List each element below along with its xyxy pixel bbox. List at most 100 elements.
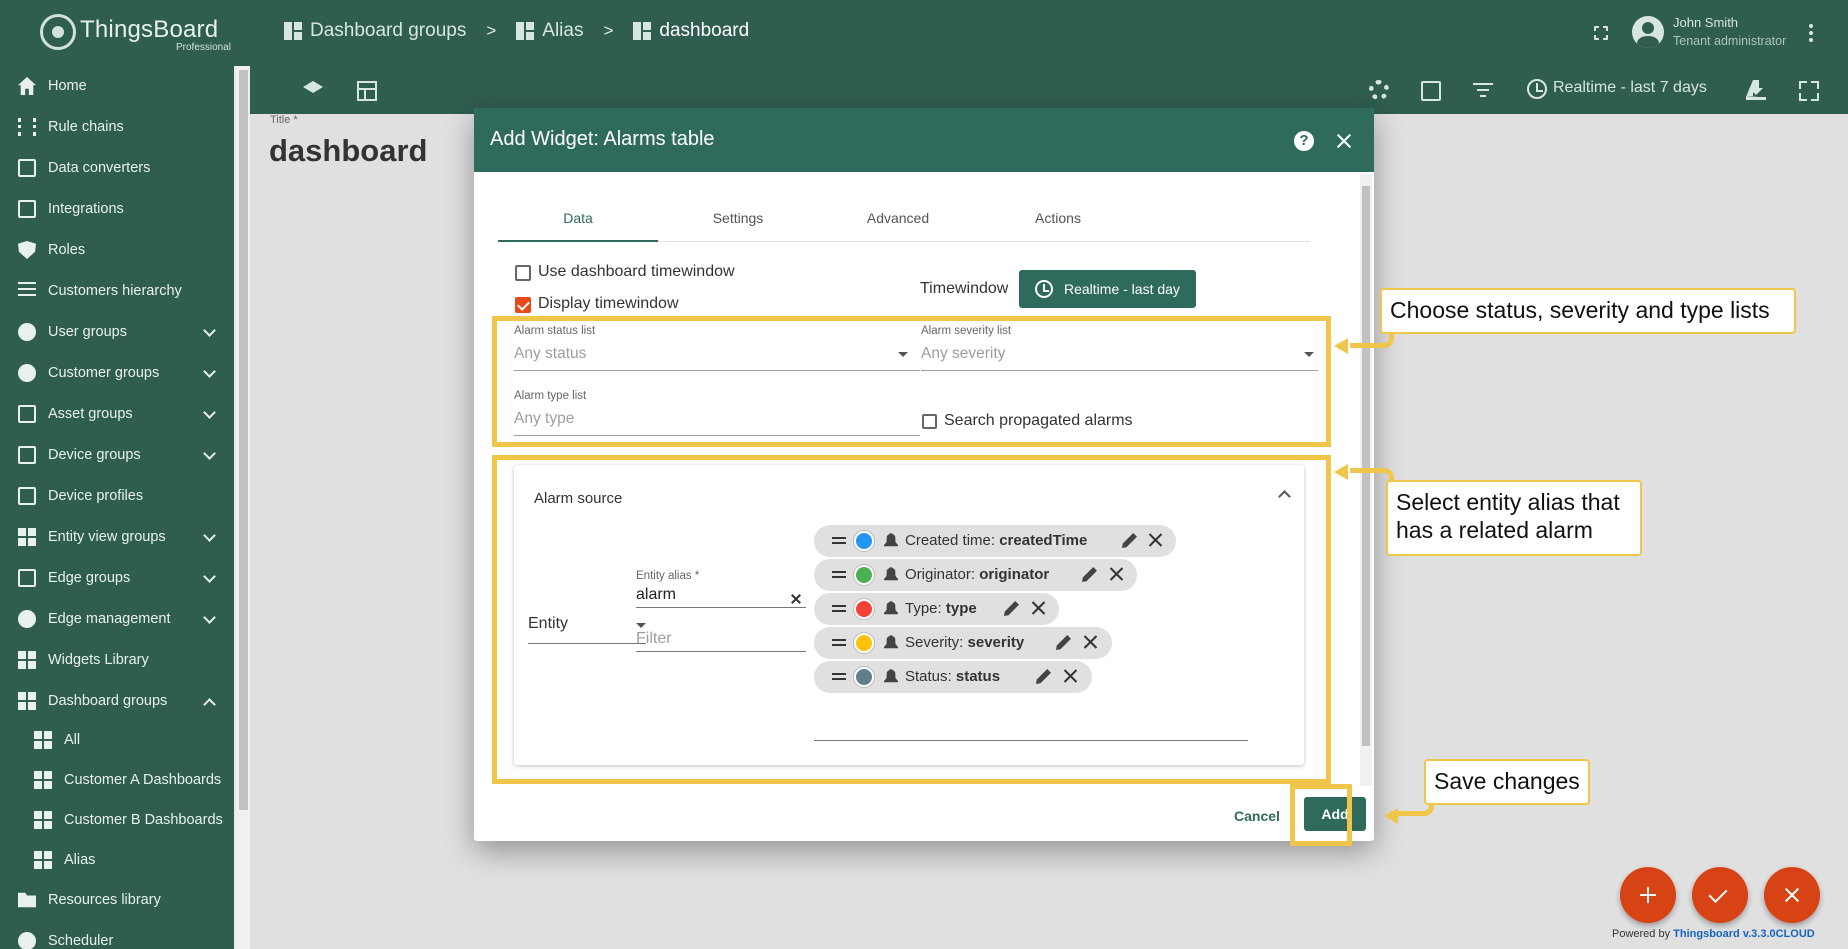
sidebar-item-home[interactable]: Home: [0, 66, 234, 106]
highlight-add-button: [1290, 784, 1352, 846]
scrollbar-thumb[interactable]: [239, 70, 248, 810]
dashboard-icon: [34, 731, 52, 749]
logo-edition: Professional: [176, 42, 232, 53]
breadcrumb-dashboard-groups[interactable]: Dashboard groups: [284, 20, 466, 42]
dashboard-icon: [34, 771, 52, 789]
tab-actions[interactable]: Actions: [978, 200, 1138, 242]
devices-icon[interactable]: [1421, 81, 1441, 101]
sidebar-item-alias[interactable]: Alias: [0, 840, 234, 880]
sidebar-item-data-converters[interactable]: Data converters: [0, 148, 234, 188]
sidebar-item-label: Integrations: [48, 201, 124, 217]
sidebar-item-dashboard-groups[interactable]: Dashboard groups: [0, 681, 234, 721]
sidebar-scrollbar[interactable]: [236, 66, 250, 949]
thingsboard-logo[interactable]: ThingsBoard Professional: [40, 12, 232, 54]
sidebar-item-label: Edge management: [48, 611, 171, 627]
dashboard-title[interactable]: dashboard: [269, 133, 427, 169]
user-name[interactable]: John Smith: [1673, 15, 1738, 30]
settings-input-antenna-icon: [18, 610, 36, 628]
decline-changes-fab[interactable]: [1764, 867, 1820, 923]
people-icon: [18, 364, 36, 382]
data-converters-icon: [18, 159, 36, 177]
powered-by-prefix: Powered by: [1612, 928, 1674, 940]
toolbar-timewindow[interactable]: Realtime - last 7 days: [1553, 79, 1707, 97]
dashboard-icon: [34, 811, 52, 829]
tab-advanced[interactable]: Advanced: [818, 200, 978, 242]
tab-settings[interactable]: Settings: [658, 200, 818, 242]
timewindow-label: Timewindow: [920, 280, 1009, 297]
callout-entity-alias: Select entity alias that has a related a…: [1386, 480, 1642, 556]
sidebar-item-label: Scheduler: [48, 933, 114, 949]
chevron-down-icon: [203, 570, 216, 583]
sidebar-item-label: Dashboard groups: [48, 693, 168, 709]
sidebar-item-all[interactable]: All: [0, 720, 234, 760]
sidebar-item-customer-b-dashboards[interactable]: Customer B Dashboards: [0, 800, 234, 840]
sidebar-item-edge-management[interactable]: Edge management: [0, 599, 234, 639]
sidebar-item-widgets-library[interactable]: Widgets Library: [0, 640, 234, 680]
folder-icon: [18, 892, 36, 908]
timewindow-button[interactable]: Realtime - last day: [1019, 270, 1196, 308]
use-dashboard-timewindow-checkbox[interactable]: [515, 265, 531, 281]
sidebar-item-label: Customers hierarchy: [48, 283, 182, 299]
sidebar-item-resources-library[interactable]: Resources library: [0, 880, 234, 920]
sidebar-item-user-groups[interactable]: User groups: [0, 312, 234, 352]
chevron-down-icon: [203, 529, 216, 542]
avatar[interactable]: [1632, 16, 1664, 48]
dashboard-icon: [516, 22, 535, 40]
breadcrumb-alias[interactable]: Alias: [516, 20, 583, 42]
breadcrumb-dashboard: dashboard: [633, 20, 749, 42]
dashboard-icon: [34, 851, 52, 869]
dialog-header: Add Widget: Alarms table ?: [474, 108, 1374, 172]
close-icon[interactable]: [1334, 131, 1354, 151]
filter-icon[interactable]: [1473, 81, 1493, 101]
sidebar-item-device-profiles[interactable]: Device profiles: [0, 476, 234, 516]
apply-changes-fab[interactable]: [1692, 867, 1748, 923]
powered-by-link[interactable]: Thingsboard v.3.3.0CLOUD: [1673, 928, 1815, 940]
sidebar-item-label: Roles: [48, 242, 86, 258]
timewindow-value: Realtime - last day: [1064, 281, 1180, 297]
display-timewindow-label[interactable]: Display timewindow: [538, 295, 679, 313]
router-icon: [18, 569, 36, 587]
sidebar-item-integrations[interactable]: Integrations: [0, 189, 234, 229]
arrow-head: [1384, 808, 1398, 824]
sidebar-item-edge-groups[interactable]: Edge groups: [0, 558, 234, 598]
display-timewindow-checkbox[interactable]: [515, 297, 531, 313]
callout-status-lists: Choose status, severity and type lists: [1380, 288, 1796, 334]
sidebar-item-label: Alias: [64, 852, 96, 868]
dashboard-icon: [284, 22, 302, 40]
chevron-down-icon: [203, 447, 216, 460]
cancel-button[interactable]: Cancel: [1234, 808, 1280, 824]
chevron-down-icon: [203, 406, 216, 419]
sidebar-item-asset-groups[interactable]: Asset groups: [0, 394, 234, 434]
sidebar-item-customer-groups[interactable]: Customer groups: [0, 353, 234, 393]
chevron-down-icon: [203, 365, 216, 378]
use-dashboard-timewindow-label[interactable]: Use dashboard timewindow: [538, 263, 735, 281]
chevron-down-icon: [203, 611, 216, 624]
add-widget-fab[interactable]: [1620, 867, 1676, 923]
scrollbar-thumb[interactable]: [1362, 186, 1370, 746]
clock-icon: [1035, 280, 1053, 298]
sidebar-item-customers-hierarchy[interactable]: Customers hierarchy: [0, 271, 234, 311]
sidebar-item-label: Asset groups: [48, 406, 133, 422]
breadcrumb: Dashboard groups > Alias > dashboard: [284, 20, 749, 42]
layout-icon[interactable]: [357, 81, 377, 101]
sidebar-item-roles[interactable]: Roles: [0, 230, 234, 270]
breadcrumb-label: Alias: [542, 20, 584, 41]
tab-data[interactable]: Data: [498, 200, 658, 242]
sidebar-item-customer-a-dashboards[interactable]: Customer A Dashboards: [0, 760, 234, 800]
more-vert-icon[interactable]: [1809, 24, 1813, 42]
device-profile-icon: [18, 487, 36, 505]
sidebar-item-rule-chains[interactable]: Rule chains: [0, 107, 234, 147]
sidebar-item-device-groups[interactable]: Device groups: [0, 435, 234, 475]
help-icon[interactable]: ?: [1294, 131, 1314, 151]
settings-icon[interactable]: [1369, 80, 1389, 100]
sidebar-item-entity-view-groups[interactable]: Entity view groups: [0, 517, 234, 557]
highlight-alarm-lists: [492, 316, 1331, 447]
schedule-icon: [18, 932, 36, 949]
sidebar-item-label: Resources library: [48, 892, 161, 908]
breadcrumb-separator: >: [603, 21, 614, 40]
sidebar-item-scheduler[interactable]: Scheduler: [0, 921, 234, 949]
sidebar-item-label: Customer B Dashboards: [64, 812, 223, 828]
clock-icon[interactable]: [1527, 79, 1547, 99]
sidebar-item-label: Device groups: [48, 447, 141, 463]
logo-icon: [40, 14, 76, 50]
